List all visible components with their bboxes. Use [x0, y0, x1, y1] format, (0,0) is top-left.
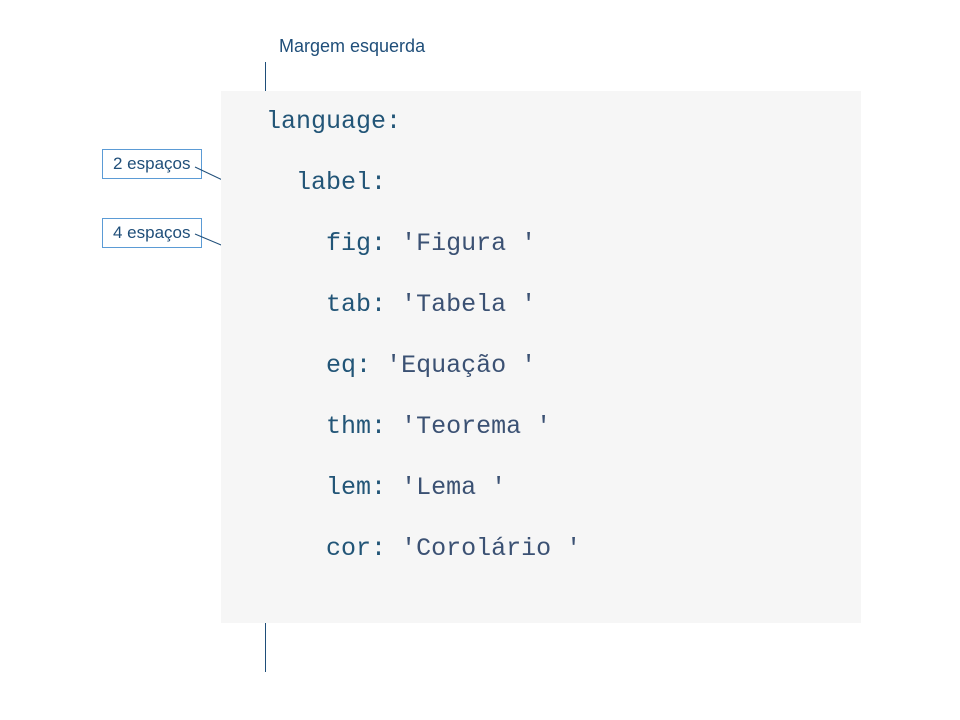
- annotation-four-spaces: 4 espaços: [102, 218, 202, 248]
- code-line: eq: 'Equação ': [266, 353, 861, 378]
- code-line: lem: 'Lema ': [266, 475, 861, 500]
- code-line: tab: 'Tabela ': [266, 292, 861, 317]
- code-line: thm: 'Teorema ': [266, 414, 861, 439]
- yaml-code-block: language: label: fig: 'Figura ' tab: 'Ta…: [221, 91, 861, 623]
- code-line: cor: 'Corolário ': [266, 536, 861, 561]
- code-line-language: language:: [266, 109, 861, 134]
- margin-left-label: Margem esquerda: [279, 36, 425, 57]
- annotation-two-spaces: 2 espaços: [102, 149, 202, 179]
- code-line-label: label:: [266, 170, 861, 195]
- code-line: fig: 'Figura ': [266, 231, 861, 256]
